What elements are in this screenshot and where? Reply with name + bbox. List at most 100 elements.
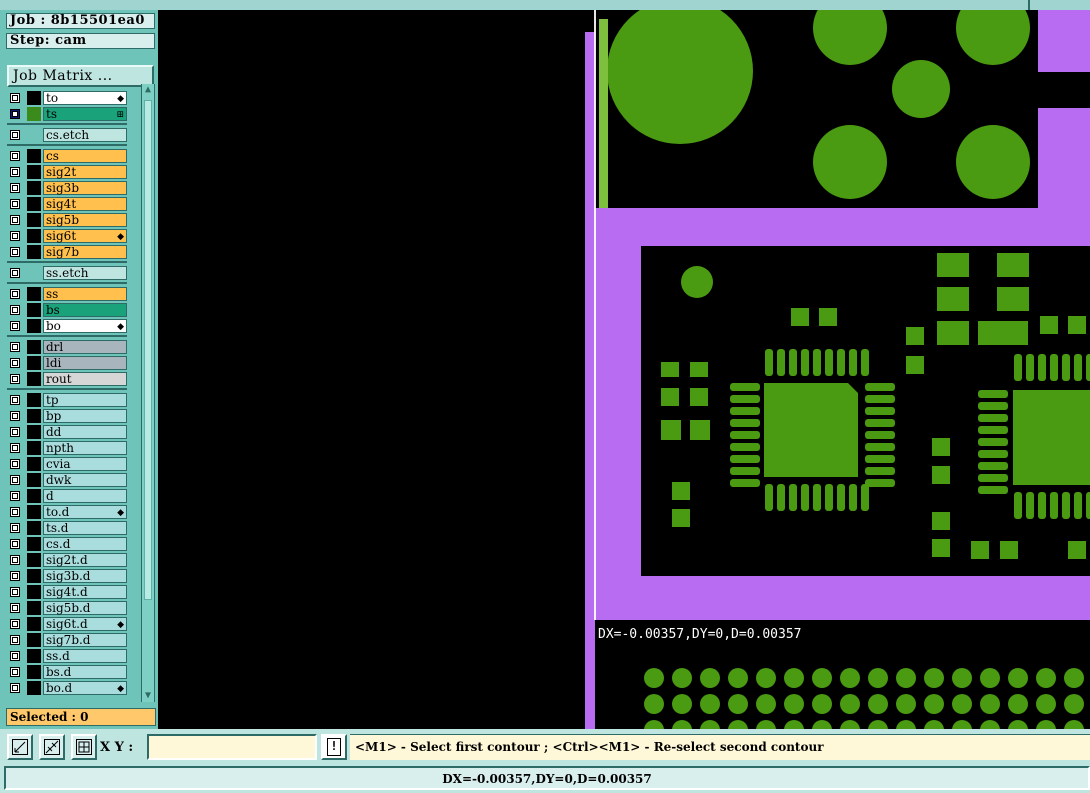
layer-checkbox[interactable] (10, 427, 20, 437)
graphic-canvas[interactable]: DX=-0.00357,DY=0,D=0.00357 (158, 10, 1090, 729)
exclamation-button[interactable]: ! (321, 734, 347, 760)
layer-row-tp[interactable]: tp (7, 392, 127, 408)
layer-name[interactable]: to.d ◆ (43, 505, 127, 519)
layer-name[interactable]: rout (43, 372, 127, 386)
layer-row-ss-etch[interactable]: ss.etch (7, 265, 127, 281)
layer-checkbox[interactable] (10, 571, 20, 581)
layer-row-cs-d[interactable]: cs.d (7, 536, 127, 552)
layer-checkbox[interactable] (10, 491, 20, 501)
layer-row-bs-d[interactable]: bs.d (7, 664, 127, 680)
layer-color-swatch[interactable] (27, 229, 41, 243)
layer-checkbox[interactable] (10, 247, 20, 257)
layer-name[interactable]: sig3b.d (43, 569, 127, 583)
layer-checkbox[interactable] (10, 635, 20, 645)
layer-row-sig7b-d[interactable]: sig7b.d (7, 632, 127, 648)
layer-row-ts-d[interactable]: ts.d (7, 520, 127, 536)
layer-row-cvia[interactable]: cvia (7, 456, 127, 472)
layer-name[interactable]: ss (43, 287, 127, 301)
layer-name[interactable]: bp (43, 409, 127, 423)
layer-name[interactable]: ts.d (43, 521, 127, 535)
layer-checkbox[interactable] (10, 231, 20, 241)
layer-color-swatch[interactable] (27, 425, 41, 439)
layer-checkbox[interactable] (10, 459, 20, 469)
layer-checkbox[interactable] (10, 151, 20, 161)
layer-checkbox[interactable] (10, 289, 20, 299)
layer-checkbox[interactable] (10, 555, 20, 565)
layer-color-swatch[interactable] (27, 521, 41, 535)
layer-checkbox[interactable] (10, 411, 20, 421)
layer-color-swatch[interactable] (27, 681, 41, 695)
layer-color-swatch[interactable] (27, 91, 41, 105)
scroll-up-icon[interactable]: ▲ (142, 84, 154, 96)
layer-row-sig2t[interactable]: sig2t (7, 164, 127, 180)
layer-checkbox[interactable] (10, 215, 20, 225)
layer-checkbox[interactable] (10, 109, 20, 119)
layer-checkbox[interactable] (10, 443, 20, 453)
layer-color-swatch[interactable] (27, 107, 41, 121)
layer-checkbox[interactable] (10, 523, 20, 533)
layer-checkbox[interactable] (10, 374, 20, 384)
layer-name[interactable]: d (43, 489, 127, 503)
layer-name[interactable]: sig5b.d (43, 601, 127, 615)
layer-checkbox[interactable] (10, 167, 20, 177)
layer-name[interactable]: sig7b (43, 245, 127, 259)
scroll-down-icon[interactable]: ▼ (142, 690, 154, 702)
layer-name[interactable]: cs (43, 149, 127, 163)
layer-checkbox[interactable] (10, 619, 20, 629)
layer-checkbox[interactable] (10, 507, 20, 517)
layer-color-swatch[interactable] (27, 441, 41, 455)
layer-row-sig6t-d[interactable]: sig6t.d ◆ (7, 616, 127, 632)
layer-name[interactable]: to ◆ (43, 91, 127, 105)
layer-color-swatch[interactable] (27, 372, 41, 386)
layer-row-ss[interactable]: ss (7, 286, 127, 302)
layer-name[interactable]: ts ⊞ (43, 107, 127, 121)
layer-row-sig7b[interactable]: sig7b (7, 244, 127, 260)
layer-row-to[interactable]: to ◆ (7, 90, 127, 106)
snap-midpoint-button[interactable] (39, 734, 65, 760)
layer-color-swatch[interactable] (27, 537, 41, 551)
layer-name[interactable]: bs (43, 303, 127, 317)
snap-grid-button[interactable] (71, 734, 97, 760)
layer-checkbox[interactable] (10, 342, 20, 352)
layer-color-swatch[interactable] (27, 569, 41, 583)
layer-name[interactable]: sig6t ◆ (43, 229, 127, 243)
job-matrix-button[interactable]: Job Matrix ... (7, 65, 154, 87)
layer-checkbox[interactable] (10, 603, 20, 613)
layer-name[interactable]: bo ◆ (43, 319, 127, 333)
layer-color-swatch[interactable] (27, 585, 41, 599)
layer-name[interactable]: ss.etch (43, 266, 127, 280)
layer-row-sig3b-d[interactable]: sig3b.d (7, 568, 127, 584)
layer-row-sig4t-d[interactable]: sig4t.d (7, 584, 127, 600)
layer-color-swatch[interactable] (27, 197, 41, 211)
layer-checkbox[interactable] (10, 268, 20, 278)
layer-row-bo-d[interactable]: bo.d ◆ (7, 680, 127, 696)
layer-color-swatch[interactable] (27, 553, 41, 567)
layer-color-swatch[interactable] (27, 181, 41, 195)
layer-color-swatch[interactable] (27, 649, 41, 663)
layer-name[interactable]: sig3b (43, 181, 127, 195)
layer-row-dd[interactable]: dd (7, 424, 127, 440)
layer-row-cs[interactable]: cs (7, 148, 127, 164)
layer-name[interactable]: dd (43, 425, 127, 439)
layer-row-dwk[interactable]: dwk (7, 472, 127, 488)
xy-input[interactable] (147, 734, 317, 760)
layer-list-scrollbar[interactable]: ▲ ▼ (141, 84, 155, 702)
layer-color-swatch[interactable] (27, 340, 41, 354)
layer-color-swatch[interactable] (27, 287, 41, 301)
layer-row-sig6t[interactable]: sig6t ◆ (7, 228, 127, 244)
layer-row-bp[interactable]: bp (7, 408, 127, 424)
layer-color-swatch[interactable] (27, 303, 41, 317)
layer-name[interactable]: tp (43, 393, 127, 407)
layer-name[interactable]: sig7b.d (43, 633, 127, 647)
snap-diagonal-button[interactable] (7, 734, 33, 760)
layer-checkbox[interactable] (10, 587, 20, 597)
layer-name[interactable]: sig2t (43, 165, 127, 179)
scroll-thumb[interactable] (144, 100, 152, 600)
layer-checkbox[interactable] (10, 475, 20, 485)
layer-row-sig5b[interactable]: sig5b (7, 212, 127, 228)
layer-name[interactable]: sig5b (43, 213, 127, 227)
layer-row-bs[interactable]: bs (7, 302, 127, 318)
layer-name[interactable]: ldi (43, 356, 127, 370)
layer-name[interactable]: dwk (43, 473, 127, 487)
layer-checkbox[interactable] (10, 199, 20, 209)
